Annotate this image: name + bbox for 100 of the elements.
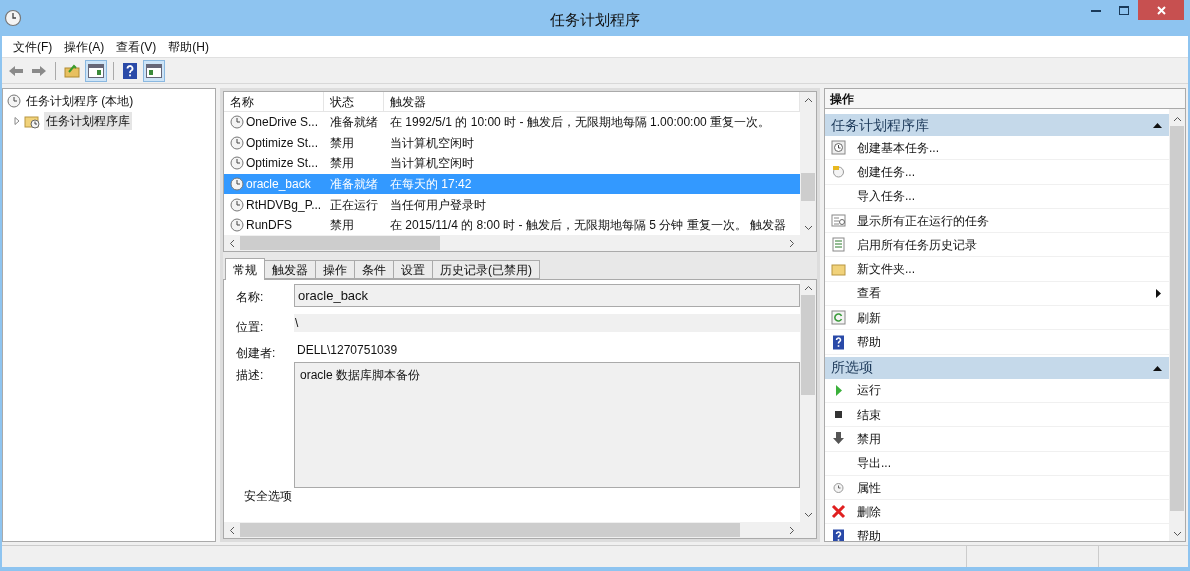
table-row[interactable]: RunDFS 禁用 在 2015/11/4 的 8:00 时 - 触发后，无限期地每隔 5 分钟 重复一次。 触发器 <box>224 214 800 235</box>
location-field[interactable]: \ <box>294 314 800 332</box>
table-cell-text: Optimize St... <box>246 134 319 152</box>
menu-item[interactable]: 操作(A) <box>59 36 110 57</box>
tab[interactable]: 操作 <box>316 260 355 279</box>
left-arrow-icon <box>8 64 24 77</box>
group-header[interactable]: 任务计划程序库 <box>825 114 1169 136</box>
field-label: 名称: <box>236 289 265 306</box>
clock-icon <box>831 480 846 495</box>
menu-item[interactable]: 文件(F) <box>8 36 58 57</box>
collapse-icon <box>1152 122 1162 128</box>
menu-item[interactable]: 帮助(H) <box>163 36 214 57</box>
right-chevron-icon <box>789 238 795 248</box>
maximize-icon <box>1119 5 1129 15</box>
clock-icon <box>230 218 244 233</box>
action-item[interactable]: 新文件夹... <box>825 257 1169 282</box>
action-item[interactable]: 刷新 <box>825 306 1169 331</box>
scrollbar-thumb[interactable] <box>240 236 440 250</box>
help-button[interactable] <box>120 60 140 81</box>
pane-title: 操作 <box>825 89 1185 109</box>
clock-icon <box>230 197 244 212</box>
wizard-icon <box>831 140 846 156</box>
table-row[interactable]: Optimize St... 禁用 当计算机空闲时 <box>224 153 800 174</box>
help-icon <box>123 62 137 79</box>
right-chevron-icon <box>789 525 795 535</box>
scrollbar[interactable] <box>224 522 816 538</box>
clock-icon <box>230 135 244 150</box>
column-header[interactable]: 名称 <box>224 92 324 111</box>
action-item[interactable]: 运行 <box>825 378 1169 403</box>
table-row[interactable]: OneDrive S... 准备就绪 在 1992/5/1 的 10:00 时 - 触发后，无限期地每隔 1.00:00:00 重复一次。 <box>224 112 800 133</box>
folder-clock-icon <box>24 113 41 129</box>
left-chevron-icon <box>229 525 235 535</box>
action-item[interactable]: 启用所有任务历史记录 <box>825 233 1169 258</box>
group-title: 所选项 <box>831 358 873 378</box>
table-cell-text: 正在运行 <box>329 196 379 214</box>
up-chevron-icon <box>803 285 813 291</box>
left-chevron-icon <box>229 238 235 248</box>
refresh-icon <box>831 310 846 326</box>
action-item[interactable]: 查看 <box>825 281 1169 307</box>
tab[interactable]: 条件 <box>355 260 394 279</box>
scrollbar-thumb[interactable] <box>1170 126 1184 511</box>
table-cell-text: RunDFS <box>246 217 292 235</box>
list-icon <box>831 213 846 229</box>
tree-item[interactable]: 任务计划程序 (本地) <box>24 92 136 110</box>
action-item[interactable]: 禁用 <box>825 427 1169 452</box>
scrollbar-thumb[interactable] <box>801 295 815 395</box>
group-title: 任务计划程序库 <box>831 115 929 135</box>
right-arrow-icon <box>31 64 47 77</box>
scrollbar[interactable] <box>1169 109 1185 541</box>
action-item[interactable]: 删除 <box>825 500 1169 525</box>
column-header[interactable]: 状态 <box>324 92 384 111</box>
panel-icon <box>88 63 104 78</box>
down-arrow-icon <box>831 431 846 447</box>
table-cell-text: 准备就绪 <box>329 114 379 132</box>
table-row[interactable]: RtHDVBg_P... 正在运行 当任何用户登录时 <box>224 194 800 215</box>
table-cell-text: RtHDVBg_P... <box>246 196 322 214</box>
panel-icon <box>146 63 162 78</box>
field-label: 创建者: <box>236 345 277 362</box>
action-item[interactable]: 结束 <box>825 402 1169 428</box>
section-heading: 安全选项 <box>243 489 293 503</box>
scrollbar[interactable] <box>800 92 816 235</box>
name-field[interactable]: oracle_back <box>294 284 800 307</box>
action-item[interactable]: 创建任务... <box>825 160 1169 185</box>
pane-toggle-button[interactable] <box>85 59 107 82</box>
clock-icon <box>831 164 846 180</box>
scrollbar-thumb[interactable] <box>801 173 815 201</box>
scrollbar[interactable] <box>800 280 816 522</box>
action-item[interactable]: 属性 <box>825 475 1169 501</box>
field-label: 位置: <box>236 319 265 336</box>
action-pane-button[interactable] <box>143 59 165 82</box>
minimize-icon <box>1091 8 1101 12</box>
tree-item[interactable]: 任务计划程序库 <box>44 112 132 130</box>
action-item[interactable]: 导出... <box>825 451 1169 476</box>
scrollbar[interactable] <box>224 235 816 251</box>
action-item[interactable]: 帮助 <box>825 330 1169 355</box>
folder-icon <box>831 261 846 277</box>
collapse-icon <box>1152 364 1162 371</box>
tab[interactable]: 常规 <box>225 258 265 280</box>
down-chevron-icon <box>1172 531 1182 537</box>
table-cell-text: 当计算机空闲时 <box>389 155 475 173</box>
window-title: 任务计划程序 <box>550 10 640 30</box>
scrollbar-thumb[interactable] <box>240 523 740 537</box>
table-cell-text: 在 1992/5/1 的 10:00 时 - 触发后，无限期地每隔 1.00:00:00 重复一次。 <box>389 114 772 132</box>
group-header[interactable]: 所选项 <box>825 356 1169 379</box>
table-cell-text: 在 2015/11/4 的 8:00 时 - 触发后，无限期地每隔 5 分钟 重复一次。 触发器 <box>389 217 787 235</box>
tab[interactable]: 历史记录(已禁用) <box>433 260 540 279</box>
table-row[interactable]: Optimize St... 禁用 当计算机空闲时 <box>224 132 800 154</box>
action-item[interactable]: 导入任务... <box>825 184 1169 209</box>
table-cell-text: OneDrive S... <box>246 114 319 132</box>
tab[interactable]: 触发器 <box>265 260 316 279</box>
delete-icon <box>831 504 846 520</box>
action-item[interactable]: 显示所有正在运行的任务 <box>825 208 1169 234</box>
menu-item[interactable]: 查看(V) <box>111 36 162 57</box>
close-button[interactable] <box>1138 0 1184 20</box>
action-item[interactable]: 创建基本任务... <box>825 136 1169 161</box>
table-cell-text: 禁用 <box>329 155 355 173</box>
up-chevron-icon <box>803 97 813 103</box>
tab[interactable]: 设置 <box>394 260 433 279</box>
field-label: 描述: <box>236 367 265 384</box>
description-field[interactable]: oracle 数据库脚本备份 <box>294 362 800 488</box>
